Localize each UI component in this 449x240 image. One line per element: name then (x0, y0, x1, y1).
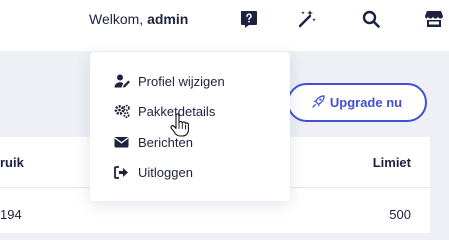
column-header-limit: Limiet (372, 155, 411, 170)
search-icon[interactable] (360, 8, 382, 30)
sign-out-icon (114, 165, 131, 179)
menu-item-label: Profiel wijzigen (138, 73, 225, 89)
upgrade-button-label: Upgrade nu (329, 95, 403, 110)
envelope-icon (114, 135, 131, 149)
menu-item-profile[interactable]: Profiel wijzigen (90, 66, 290, 96)
welcome-prefix: Welkom, (89, 11, 148, 27)
upgrade-button[interactable]: Upgrade nu (287, 83, 427, 122)
user-dropdown-menu: Profiel wijzigen Pakketdetails Berichten (90, 52, 290, 201)
menu-item-label: Uitloggen (138, 164, 193, 180)
column-header-usage: ruik (0, 155, 24, 170)
menu-item-package-details[interactable]: Pakketdetails (90, 96, 290, 126)
hand-pointer-cursor-icon (170, 113, 190, 137)
store-icon[interactable] (423, 8, 445, 30)
limit-value: 500 (389, 207, 411, 222)
cogs-icon (114, 104, 131, 118)
top-bar: Welkom, admin (0, 0, 449, 51)
menu-item-messages[interactable]: Berichten (90, 127, 290, 157)
rocket-icon (312, 94, 325, 111)
welcome-text: Welkom, admin (89, 11, 188, 27)
menu-item-logout[interactable]: Uitloggen (90, 157, 290, 187)
usage-value: 194 (0, 207, 22, 222)
username[interactable]: admin (147, 11, 188, 27)
help-chat-icon[interactable] (238, 8, 260, 30)
magic-wand-icon[interactable] (296, 8, 318, 30)
user-edit-icon (114, 74, 131, 88)
